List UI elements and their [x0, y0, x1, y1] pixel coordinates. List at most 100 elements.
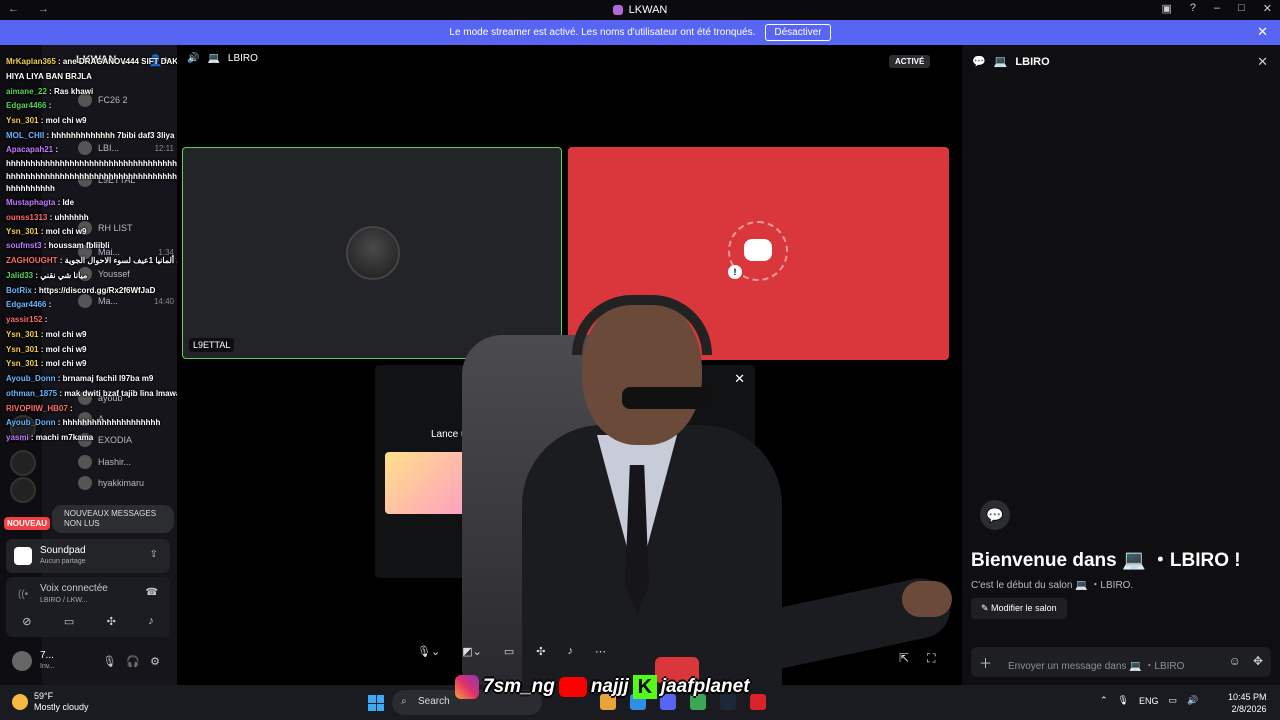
banner-message: Le mode streamer est activé. Les noms d'…	[449, 27, 756, 38]
close-window-button[interactable]: ✕	[1263, 2, 1272, 15]
member-name: ayoub	[98, 393, 123, 403]
member-item[interactable]: FC26 2	[78, 93, 174, 107]
chat-panel: 💬 💻 LBIRO ✕ 💬 Bienvenue dans 💻 ・LBIRO ! …	[962, 45, 1280, 685]
user-controls: 🎙 🎧 ⚙	[102, 655, 160, 668]
network-icon[interactable]: ▭	[1169, 695, 1178, 706]
taskbar-clock[interactable]: 10:45 PM 2/8/2026	[1228, 691, 1267, 715]
member-name: LBI...	[98, 143, 120, 153]
mic-icon[interactable]: 🎙⌄	[417, 645, 440, 658]
plus-icon[interactable]: ＋	[979, 653, 992, 672]
server-icon[interactable]	[10, 477, 36, 503]
member-item[interactable]: LBI... 12:11	[78, 141, 174, 155]
edit-channel-button[interactable]: ✎ Modifier le salon	[971, 598, 1067, 619]
avatar	[346, 226, 400, 280]
message-placeholder: Envoyer un message dans 💻 ・LBIRO	[1008, 661, 1185, 672]
member-time: 12:11	[154, 143, 174, 153]
share-icon[interactable]: ⇪	[150, 549, 158, 560]
youtube-icon	[558, 677, 587, 697]
socials-overlay: 7sm_ng najjj K jaafplanet	[455, 672, 750, 702]
edit-channel-label: Modifier le salon	[991, 603, 1057, 613]
laptop-icon: 💻	[993, 56, 1008, 68]
active-badge: ACTIVÉ	[889, 55, 931, 68]
chat-channel: LBIRO	[1015, 55, 1050, 68]
camera-off-icon[interactable]: ⊘	[22, 615, 31, 628]
avatar	[78, 433, 92, 447]
member-item[interactable]: ayoub	[78, 391, 174, 405]
nav-arrows[interactable]: ← →	[8, 3, 57, 15]
member-item[interactable]: Ma... 14:40	[78, 294, 174, 308]
channel-start-text: C'est le début du salon 💻 ・LBIRO.	[971, 580, 1134, 591]
avatar	[78, 455, 92, 469]
screen-share-icon[interactable]: ▭	[64, 615, 74, 628]
popout-icon[interactable]: ⇱	[899, 651, 909, 666]
weather-icon	[12, 694, 28, 710]
soundpad-icon	[14, 547, 32, 565]
headphones-icon[interactable]: 🎧	[126, 655, 140, 668]
search-label: Search	[418, 696, 450, 707]
voice-channel[interactable]: LBIRO / LKW...	[40, 597, 87, 604]
member-item[interactable]: Youssef	[78, 267, 174, 281]
fullscreen-icon[interactable]: ⛶	[927, 651, 935, 666]
avatar	[78, 412, 92, 426]
message-input[interactable]: ＋ Envoyer un message dans 💻 ・LBIRO ☺ ✥	[971, 647, 1271, 677]
disable-streamer-button[interactable]: Désactiver	[765, 24, 831, 41]
soundboard-icon[interactable]: ♪	[567, 645, 573, 658]
maximize-button[interactable]: □	[1238, 2, 1245, 15]
instagram-icon	[455, 675, 479, 699]
windows-start-icon[interactable]	[368, 695, 384, 711]
add-member-icon[interactable]: 👤+	[149, 54, 169, 67]
weather-widget[interactable]: 59°F Mostly cloudy	[12, 691, 89, 713]
member-item[interactable]: RH LIST	[78, 221, 174, 235]
server-header[interactable]: LKWAN ⌄ 👤+	[42, 45, 177, 75]
activities-icon[interactable]: ✣	[536, 645, 545, 658]
member-item[interactable]: hyakkimaru	[78, 476, 174, 490]
headset-icon	[572, 295, 712, 355]
title-bar: ← → LKWAN ▣ ? – □ ✕	[0, 0, 1280, 20]
input-icons: ☺ ✥	[1229, 654, 1263, 668]
mic-icon[interactable]: 🎙	[1118, 695, 1129, 706]
unread-messages-pill[interactable]: NOUVEAUX MESSAGES NON LUS	[52, 505, 174, 533]
member-item[interactable]: L9ETTAL	[78, 173, 174, 187]
language-indicator[interactable]: ENG	[1139, 696, 1159, 706]
close-banner-icon[interactable]: ✕	[1257, 24, 1268, 40]
soundboard-icon[interactable]: ♪	[148, 615, 154, 628]
disconnect-icon[interactable]: ☎	[146, 587, 158, 598]
emoji-icon[interactable]: ☺	[1229, 654, 1241, 668]
member-name: L9ETTAL	[98, 175, 136, 185]
help-icon[interactable]: ?	[1190, 2, 1196, 15]
member-name: Youssef	[98, 269, 130, 279]
app-icon[interactable]	[750, 694, 766, 710]
apps-icon[interactable]: ✥	[1253, 654, 1263, 668]
avatar	[78, 245, 92, 259]
gear-icon[interactable]: ⚙	[150, 655, 160, 668]
minimize-button[interactable]: –	[1214, 2, 1220, 15]
chevron-up-icon[interactable]: ⌃	[1100, 695, 1108, 706]
activities-icon[interactable]: ✣	[107, 615, 116, 628]
soundpad-activity[interactable]: Soundpad Aucun partage ⇪	[6, 539, 170, 573]
avatar[interactable]	[12, 651, 32, 671]
new-badge[interactable]: NOUVEAU	[4, 517, 51, 530]
weather-temp: 59°F	[34, 691, 54, 701]
clock-time: 10:45 PM	[1228, 692, 1267, 702]
screen-share-icon[interactable]: ▭	[504, 645, 514, 658]
avatar	[78, 267, 92, 281]
speaker-icon[interactable]: 🔊	[187, 53, 199, 64]
search-icon: ⌕	[401, 696, 407, 707]
server-icon[interactable]	[10, 450, 36, 476]
more-icon[interactable]: ⋯	[595, 645, 606, 658]
close-icon[interactable]: ✕	[1257, 54, 1268, 70]
member-name: FC26 2	[98, 95, 128, 105]
member-item[interactable]: Hashir...	[78, 455, 174, 469]
member-item[interactable]: Mai... 1:34	[78, 245, 174, 259]
volume-icon[interactable]: 🔊	[1187, 695, 1198, 706]
chat-panel-header: 💬 💻 LBIRO	[972, 55, 1050, 69]
server-icon[interactable]	[10, 415, 36, 441]
camera-icon[interactable]: ◩⌄	[462, 645, 482, 658]
member-item[interactable]: EXODIA	[78, 433, 174, 447]
inbox-icon[interactable]: ▣	[1161, 2, 1171, 15]
weather-desc: Mostly cloudy	[34, 702, 89, 712]
user-status: Inv...	[40, 663, 55, 670]
mic-icon[interactable]: 🎙	[102, 655, 116, 668]
avatar	[78, 173, 92, 187]
member-item[interactable]: A...	[78, 412, 174, 426]
